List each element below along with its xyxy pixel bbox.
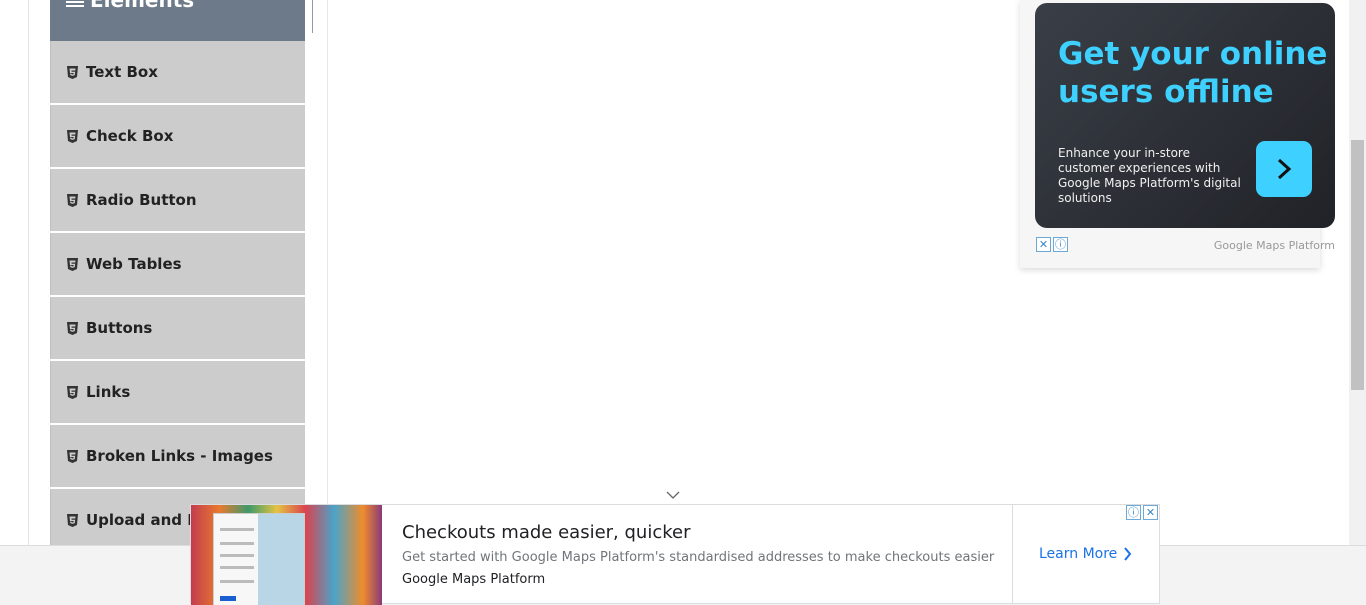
scrollbar-thumb[interactable] [1351,140,1364,390]
learn-more-button[interactable]: Learn More [1039,546,1132,562]
close-icon[interactable]: ✕ [1143,505,1158,520]
menu-item-label: Broken Links - Images [86,447,273,465]
group-title: Elements [66,0,194,10]
ad-body: Enhance your in-store customer experienc… [1058,146,1241,205]
menu-item-links[interactable]: Links [50,361,305,423]
html5-icon [67,129,78,143]
menu-item-label: Text Box [86,63,158,81]
menu-item-label: Web Tables [86,255,182,273]
banner-headline[interactable]: Checkouts made easier, quicker [402,522,690,543]
menu-item-label: Check Box [86,127,174,145]
hamburger-icon [66,0,84,9]
menu-item-text-box[interactable]: Text Box [50,41,305,103]
html5-icon [67,385,78,399]
html5-icon [67,257,78,271]
ad-badges: ✕ ⓘ [1036,237,1068,252]
map-preview [258,514,304,605]
phone-mockup [213,513,305,605]
chevron-right-icon [1277,158,1292,180]
vertical-scrollbar[interactable] [1349,0,1366,545]
html5-icon [67,65,78,79]
chevron-right-icon [1124,547,1132,561]
cta-divider [1012,505,1013,603]
banner-description: Get started with Google Maps Platform's … [402,550,995,565]
content-border [327,0,328,545]
html5-icon [67,193,78,207]
menu-item-radio-button[interactable]: Radio Button [50,169,305,231]
header-divider [312,0,313,33]
ad-go-button[interactable] [1256,141,1312,197]
menu-item-broken-links[interactable]: Broken Links - Images [50,425,305,487]
ad-headline: Get your online users offline [1058,36,1328,110]
ad-thumbnail [191,505,382,605]
menu-item-label: Radio Button [86,191,197,209]
elements-group-header[interactable]: Elements [50,0,343,41]
mockup-line [220,554,254,557]
menu-item-check-box[interactable]: Check Box [50,105,305,167]
menu-item-label: Buttons [86,319,153,337]
learn-more-label: Learn More [1039,546,1118,562]
bottom-ad-banner[interactable]: Checkouts made easier, quicker Get start… [190,504,1160,605]
banner-badges: ⓘ ✕ [1126,505,1158,520]
mockup-line [220,566,254,569]
html5-icon [67,513,78,527]
mockup-line [220,580,254,583]
html5-icon [67,449,78,463]
ad-brand: Google Maps Platform [1213,239,1335,252]
group-title-label: Elements [90,0,195,12]
menu-item-web-tables[interactable]: Web Tables [50,233,305,295]
mockup-button [220,596,236,601]
side-ad[interactable]: Get your online users offline Enhance yo… [1020,0,1335,268]
ad-card[interactable]: Get your online users offline Enhance yo… [1035,3,1335,228]
info-icon[interactable]: ⓘ [1053,237,1068,252]
mockup-line [220,528,254,531]
left-gutter-line [28,0,29,545]
mockup-line [220,542,254,545]
info-icon[interactable]: ⓘ [1126,505,1141,520]
banner-advertiser: Google Maps Platform [402,572,546,587]
html5-icon [67,321,78,335]
close-icon[interactable]: ✕ [1036,237,1051,252]
upload-icon[interactable] [326,0,348,18]
elements-menu: Text Box Check Box Radio Button Web Tabl… [50,41,305,553]
menu-item-buttons[interactable]: Buttons [50,297,305,359]
menu-item-label: Links [86,383,131,401]
chevron-down-icon[interactable] [666,490,680,500]
